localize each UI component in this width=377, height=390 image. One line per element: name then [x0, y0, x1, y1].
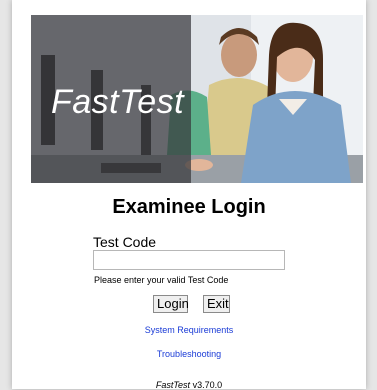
troubleshooting-link[interactable]: Troubleshooting [12, 349, 366, 359]
exit-button[interactable]: Exit [203, 295, 230, 313]
login-button[interactable]: Login [153, 295, 189, 313]
system-requirements-link[interactable]: System Requirements [12, 325, 366, 335]
test-code-hint: Please enter your valid Test Code [94, 275, 229, 285]
test-code-label: Test Code [93, 234, 157, 250]
test-code-input[interactable] [93, 250, 285, 270]
hero-banner: FastTest [31, 15, 363, 183]
fasttest-logo: FastTest [51, 83, 185, 121]
login-card: FastTest Examinee Login Test Code Please… [12, 0, 366, 390]
page-title: Examinee Login [112, 196, 266, 218]
